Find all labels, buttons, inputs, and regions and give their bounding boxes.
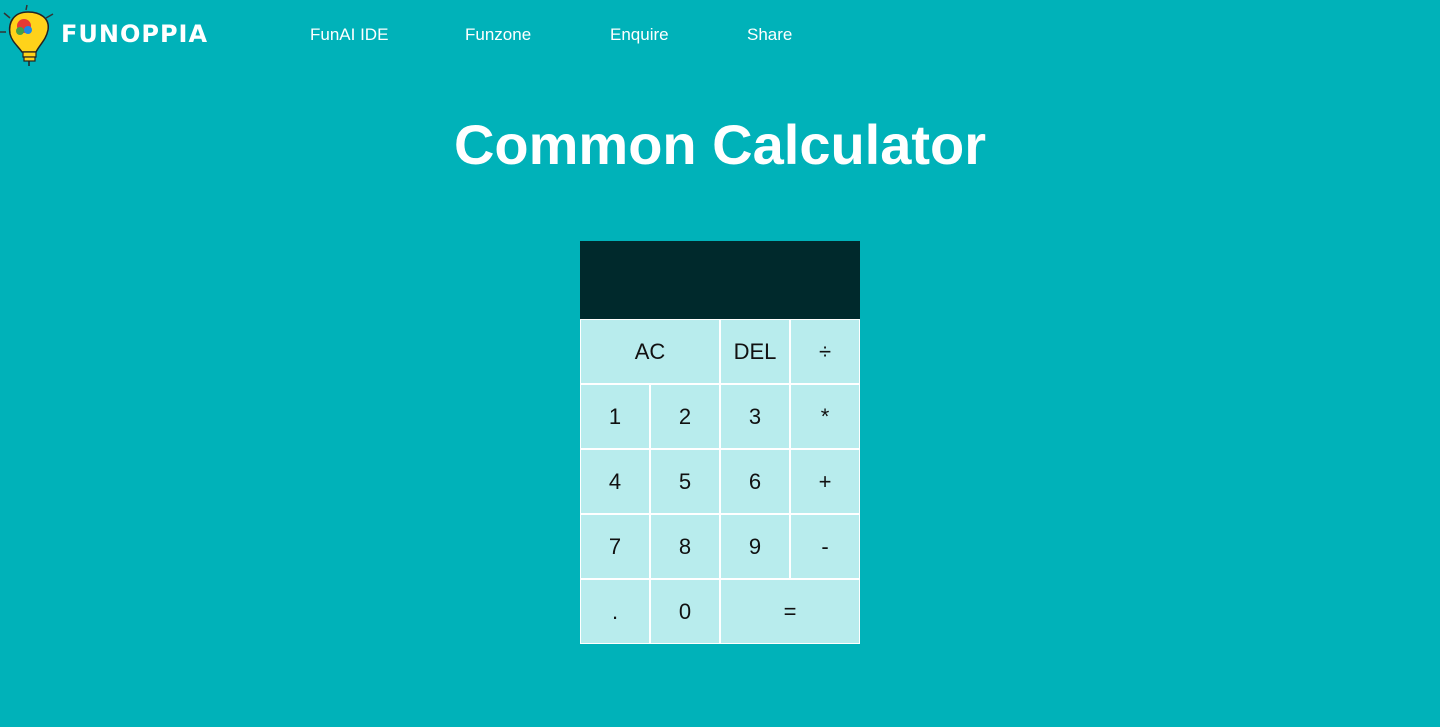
top-navbar: FUNOPPIA FunAI IDE Funzone Enquire Share <box>0 0 1440 70</box>
lightbulb-logo-icon <box>0 4 54 66</box>
calculator: AC DEL ÷ 1 2 3 * 4 5 6 + 7 8 9 - . 0 = <box>580 241 860 644</box>
home-logo-link[interactable] <box>0 4 60 68</box>
decimal-point-button[interactable]: . <box>580 579 650 644</box>
nav-link-funai-ide[interactable]: FunAI IDE <box>310 24 388 46</box>
calculator-keypad: AC DEL ÷ 1 2 3 * 4 5 6 + 7 8 9 - . 0 = <box>580 319 860 644</box>
digit-0-button[interactable]: 0 <box>650 579 720 644</box>
digit-6-button[interactable]: 6 <box>720 449 790 514</box>
calculator-display <box>580 241 860 319</box>
page-title: Common Calculator <box>453 113 987 176</box>
delete-button[interactable]: DEL <box>720 319 790 384</box>
minus-button[interactable]: - <box>790 514 860 579</box>
nav-link-share[interactable]: Share <box>747 24 792 46</box>
nav-link-enquire[interactable]: Enquire <box>610 24 669 46</box>
digit-3-button[interactable]: 3 <box>720 384 790 449</box>
digit-4-button[interactable]: 4 <box>580 449 650 514</box>
brand-name[interactable]: FUNOPPIA <box>61 18 208 50</box>
digit-9-button[interactable]: 9 <box>720 514 790 579</box>
digit-8-button[interactable]: 8 <box>650 514 720 579</box>
multiply-button[interactable]: * <box>790 384 860 449</box>
digit-5-button[interactable]: 5 <box>650 449 720 514</box>
plus-button[interactable]: + <box>790 449 860 514</box>
nav-link-funzone[interactable]: Funzone <box>465 24 531 46</box>
digit-7-button[interactable]: 7 <box>580 514 650 579</box>
digit-1-button[interactable]: 1 <box>580 384 650 449</box>
clear-all-button[interactable]: AC <box>580 319 720 384</box>
digit-2-button[interactable]: 2 <box>650 384 720 449</box>
divide-button[interactable]: ÷ <box>790 319 860 384</box>
equals-button[interactable]: = <box>720 579 860 644</box>
